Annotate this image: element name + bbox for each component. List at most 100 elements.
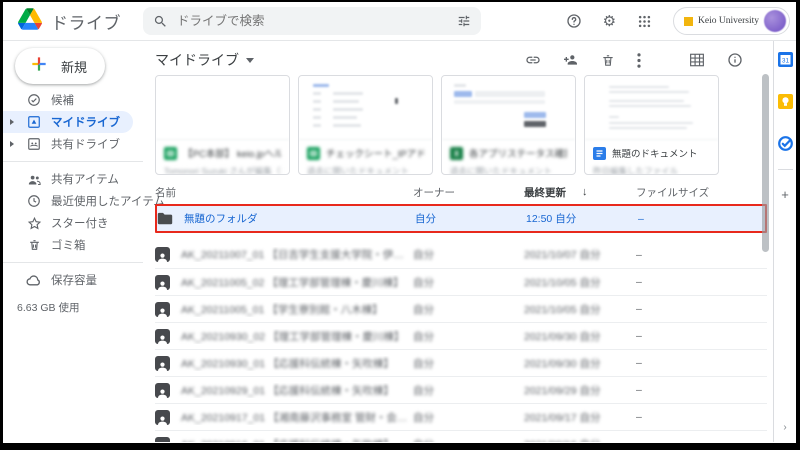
table-row[interactable]: AK_20210930_01 【応援科伝統棟・矢吹棟】 自分 2021/09/3… <box>155 349 767 376</box>
search-bar[interactable] <box>143 7 481 35</box>
sidebar-item-storage[interactable]: 保存容量 <box>3 269 133 291</box>
file-thumbnail <box>299 76 432 140</box>
search-icon <box>153 14 168 29</box>
more-options-icon[interactable] <box>637 53 641 68</box>
column-name[interactable]: 名前 <box>155 185 413 200</box>
location-label: マイドライブ <box>155 50 239 70</box>
table-row[interactable]: AK_20211005_02 【理工学部管理棟・慶川棟】 自分 2021/10/… <box>155 268 767 295</box>
google-keep-icon[interactable] <box>778 94 793 109</box>
google-drive-window: ドライブ ⚙ Keio University <box>3 2 796 443</box>
trash-icon[interactable] <box>601 53 615 68</box>
suggested-card[interactable]: チェックシート_IPアドレス... 過去に開いたドキュメント <box>298 75 433 175</box>
card-title: 無題のドキュメント <box>612 146 698 160</box>
media-file-icon <box>155 437 170 443</box>
drive-home-link[interactable]: ドライブ <box>3 8 143 35</box>
google-sheets-icon <box>164 147 177 160</box>
media-file-icon <box>155 247 170 262</box>
search-options-tune-icon[interactable] <box>457 14 471 28</box>
column-owner[interactable]: オーナー <box>413 185 524 200</box>
sidebar-item-starred[interactable]: スター付き <box>3 212 133 234</box>
column-modified[interactable]: 最終更新 <box>524 185 566 200</box>
app-title: ドライブ <box>51 9 121 34</box>
sidebar-item-my-drive[interactable]: マイドライブ <box>3 111 133 133</box>
storage-usage-text: 6.63 GB 使用 <box>3 291 143 315</box>
svg-text:X: X <box>454 149 460 158</box>
card-subtitle: 過去に開いたドキュメント <box>450 165 567 175</box>
card-title: 各アプリステータス確認記... <box>469 146 567 160</box>
header-actions: ⚙ Keio University <box>566 7 796 35</box>
search-input[interactable] <box>177 14 448 28</box>
media-file-icon <box>155 356 170 371</box>
main-content: マイドライブ <box>143 41 773 442</box>
clock-icon <box>26 193 42 209</box>
top-header: ドライブ ⚙ Keio University <box>3 2 796 41</box>
file-thumbnail <box>585 76 718 140</box>
divider <box>3 262 143 263</box>
people-icon <box>26 171 42 187</box>
suggested-card[interactable]: 無題のドキュメント 昨日編集したファイル <box>584 75 719 175</box>
card-title: チェックシート_IPアドレス... <box>326 146 424 160</box>
card-subtitle: Tomonori Suzuki さんが編集（昨日） <box>164 165 281 175</box>
media-file-icon <box>155 383 170 398</box>
google-docs-icon <box>593 147 606 160</box>
sidebar-item-shared-with-me[interactable]: 共有アイテム <box>3 168 133 190</box>
add-addon-plus-icon[interactable]: + <box>781 188 789 201</box>
account-badge[interactable]: Keio University <box>673 7 790 35</box>
grid-view-toggle-icon[interactable] <box>689 53 705 67</box>
table-row[interactable]: AK_20210917_01 【湘南藤沢事務室 管財・会計担当・第2棟】 自分 … <box>155 403 767 430</box>
suggested-files-row: 【PC本部】 keio.jpヘルプデ... Tomonori Suzuki さん… <box>155 75 773 175</box>
table-row-untitled-folder[interactable]: 無題のフォルダ 自分 12:50 自分 – <box>155 204 767 233</box>
sort-direction-icon[interactable]: ↓ <box>582 186 588 198</box>
table-row[interactable]: AK_20211007_01 【日吉学生支援大学院・伊勢山棟】 自分 2021/… <box>155 241 767 268</box>
new-plus-icon <box>29 54 49 79</box>
svg-text:31: 31 <box>781 58 789 65</box>
table-row[interactable]: AK_20210916_01 【応援科伝統棟・矢吹棟】 自分 2021/09/1… <box>155 430 767 442</box>
expand-caret-icon[interactable] <box>7 119 17 125</box>
google-apps-grid-icon[interactable] <box>637 14 652 29</box>
table-row[interactable]: AK_20210929_01 【応援科伝統棟・矢吹棟】 自分 2021/09/2… <box>155 376 767 403</box>
share-person-add-icon[interactable] <box>563 52 579 68</box>
suggested-card[interactable]: 【PC本部】 keio.jpヘルプデ... Tomonori Suzuki さん… <box>155 75 290 175</box>
sidebar-item-trash[interactable]: ゴミ箱 <box>3 234 133 256</box>
avatar[interactable] <box>764 10 786 32</box>
new-button[interactable]: 新規 <box>15 48 105 84</box>
my-drive-icon <box>26 114 42 130</box>
google-tasks-icon[interactable] <box>778 136 793 151</box>
card-subtitle: 昨日編集したファイル <box>593 165 710 175</box>
media-file-icon <box>155 275 170 290</box>
media-file-icon <box>155 329 170 344</box>
org-emblem-icon <box>684 17 693 26</box>
file-table-header: 名前 オーナー 最終更新 ↓ ファイルサイズ <box>155 184 767 200</box>
table-row[interactable]: AK_20210930_02 【理工学部管理棟・慶川棟】 自分 2021/09/… <box>155 322 767 349</box>
table-row[interactable]: AK_20211005_01 【学生寮別館・八木棟】 自分 2021/10/05… <box>155 295 767 322</box>
file-thumbnail <box>442 76 575 140</box>
new-button-label: 新規 <box>61 57 87 76</box>
help-icon[interactable] <box>566 13 582 29</box>
card-subtitle: 過去に開いたドキュメント <box>307 165 424 175</box>
google-sheets-icon <box>307 147 320 160</box>
suggested-card[interactable]: X 各アプリステータス確認記... 過去に開いたドキュメント <box>441 75 576 175</box>
divider <box>3 161 143 162</box>
column-size[interactable]: ファイルサイズ <box>636 185 767 200</box>
folder-icon <box>157 212 173 225</box>
collapse-panel-chevron-icon[interactable]: › <box>774 422 796 433</box>
drive-logo-icon <box>18 8 42 35</box>
cloud-icon <box>26 272 42 288</box>
sidebar-item-shared-drives[interactable]: 共有ドライブ <box>3 133 133 155</box>
trash-icon <box>26 237 42 253</box>
info-panel-icon[interactable] <box>727 52 743 68</box>
get-link-icon[interactable] <box>525 52 541 68</box>
expand-caret-icon[interactable] <box>7 141 17 147</box>
check-circle-icon <box>26 92 42 108</box>
vertical-scrollbar[interactable] <box>762 74 769 252</box>
google-calendar-icon[interactable]: 31 <box>778 52 793 67</box>
star-icon <box>26 215 42 231</box>
breadcrumb-my-drive[interactable]: マイドライブ <box>155 50 254 70</box>
sidebar-item-suggestions[interactable]: 候補 <box>3 89 133 111</box>
shared-drive-icon <box>26 136 42 152</box>
right-side-rail: 31 + › <box>773 41 796 442</box>
settings-gear-icon[interactable]: ⚙ <box>603 14 616 29</box>
file-thumbnail <box>156 76 289 140</box>
sidebar-item-recent[interactable]: 最近使用したアイテム <box>3 190 133 212</box>
chevron-down-icon <box>246 58 254 63</box>
